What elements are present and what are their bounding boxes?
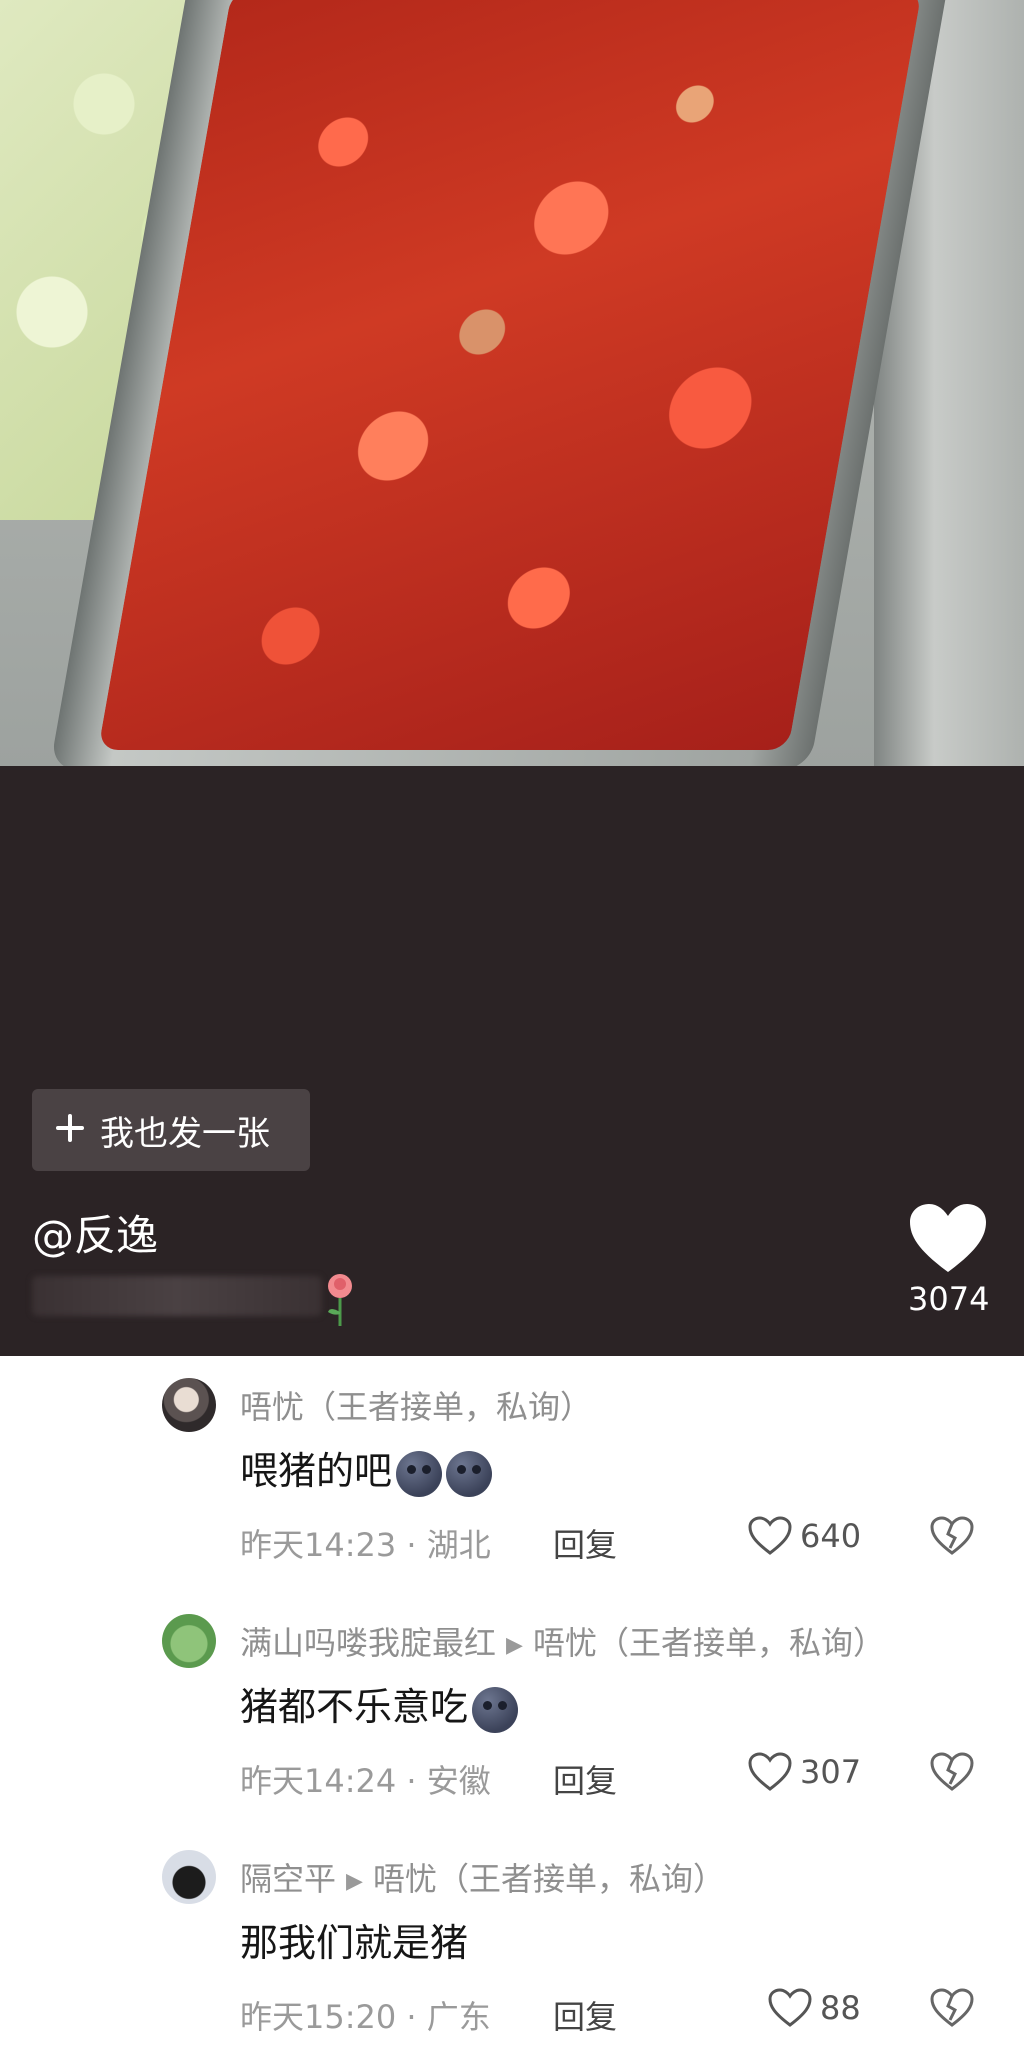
moon-face-emoji — [446, 1450, 493, 1497]
commenter-name[interactable]: 唔忧（王者接单，私询） — [240, 1382, 592, 1428]
dislike-button[interactable] — [930, 1516, 974, 1560]
reply-button[interactable]: 回复 — [553, 1992, 617, 2038]
author-name[interactable]: @反逸 — [32, 1202, 158, 1263]
comment-meta: 昨天14:23 · 湖北 — [240, 1526, 491, 1564]
post-photo[interactable] — [0, 0, 1024, 766]
blurred-caption — [32, 1276, 322, 1316]
reply-arrow-icon: ▶ — [506, 1632, 523, 1658]
post-like-count: 3074 — [908, 1280, 990, 1318]
broken-heart-icon — [930, 1988, 974, 2027]
reply-button[interactable]: 回复 — [553, 1520, 617, 1566]
commenter-name[interactable]: 满山吗喽我腚最红 ▶ 唔忧（王者接单，私询） — [240, 1618, 885, 1664]
comment-like-count: 307 — [800, 1753, 862, 1791]
rose-icon — [322, 1272, 358, 1328]
heart-outline-icon — [748, 1752, 792, 1791]
avatar[interactable] — [162, 1850, 216, 1904]
avatar[interactable] — [162, 1614, 216, 1668]
heart-outline-icon — [768, 1988, 812, 2027]
heart-icon — [910, 1204, 986, 1272]
post-like-button[interactable]: 3074 — [908, 1202, 990, 1318]
heart-outline-icon — [748, 1516, 792, 1555]
reply-button[interactable]: 回复 — [553, 1756, 617, 1802]
comment-text: 那我们就是猪 — [240, 1921, 469, 1965]
moon-face-emoji — [396, 1450, 443, 1497]
post-too-label: 我也发一张 — [100, 1113, 270, 1154]
dislike-button[interactable] — [930, 1988, 974, 2032]
post-too-button[interactable]: 我也发一张 — [32, 1089, 310, 1171]
post-info-panel: 我也发一张 @反逸 3074 — [0, 766, 1024, 1356]
broken-heart-icon — [930, 1516, 974, 1555]
comment-like-count: 640 — [800, 1517, 862, 1555]
plus-icon — [40, 1107, 100, 1153]
moon-face-emoji — [472, 1686, 519, 1733]
comment-text: 喂猪的吧 — [240, 1440, 493, 1497]
comment-meta: 昨天14:24 · 安徽 — [240, 1762, 491, 1800]
comment-text: 猪都不乐意吃 — [240, 1676, 519, 1733]
comment-meta: 昨天15:20 · 广东 — [240, 1998, 491, 2036]
reply-arrow-icon: ▶ — [346, 1868, 363, 1894]
reply-to-name[interactable]: 唔忧（王者接单，私询） — [533, 1624, 885, 1662]
comment-like-button[interactable]: 640 — [748, 1516, 861, 1556]
commenter-name[interactable]: 隔空平 ▶ 唔忧（王者接单，私询） — [240, 1854, 725, 1900]
comment-like-button[interactable]: 88 — [768, 1988, 861, 2028]
comment-like-button[interactable]: 307 — [748, 1752, 861, 1792]
reply-to-name[interactable]: 唔忧（王者接单，私询） — [373, 1860, 725, 1898]
comment-list: 唔忧（王者接单，私询） 喂猪的吧 昨天14:23 · 湖北 回复 640 满山吗… — [0, 1356, 1024, 2061]
tomato-pork-dish — [97, 0, 923, 750]
dislike-button[interactable] — [930, 1752, 974, 1796]
avatar[interactable] — [162, 1378, 216, 1432]
comment-like-count: 88 — [820, 1989, 861, 2027]
broken-heart-icon — [930, 1752, 974, 1791]
